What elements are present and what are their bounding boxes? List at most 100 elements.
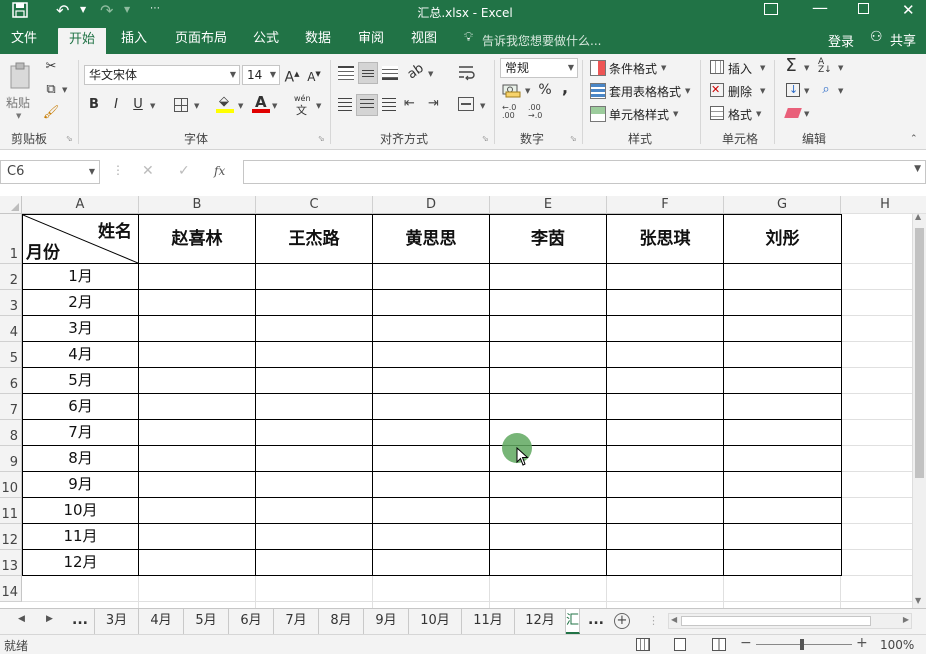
number-launcher-icon[interactable]: ⬂ [570,134,577,143]
borders-dropdown-icon[interactable]: ▼ [194,102,199,110]
name-header-cell[interactable]: 张思琪 [607,215,724,264]
row-header-7[interactable]: 7 [0,394,22,420]
number-format-select[interactable]: 常规 ▼ [500,58,578,78]
zoom-slider[interactable] [756,639,852,650]
data-cell[interactable] [607,550,724,576]
column-header-b[interactable]: B [139,196,256,214]
phonetic-guide-icon[interactable]: wén 文 [294,94,314,117]
month-cell[interactable]: 10月 [23,498,139,524]
bottom-align-icon[interactable] [382,66,398,80]
row-header-6[interactable]: 6 [0,368,22,394]
clipboard-launcher-icon[interactable]: ⬂ [66,134,73,143]
data-cell[interactable] [139,472,256,498]
save-icon[interactable] [12,2,30,20]
data-cell[interactable] [256,316,373,342]
add-sheet-icon[interactable]: + [614,613,630,629]
data-cell[interactable] [256,472,373,498]
orientation-dropdown-icon[interactable]: ▼ [428,70,433,78]
data-cell[interactable] [373,342,490,368]
data-cell[interactable] [607,472,724,498]
cell-styles-icon[interactable] [590,106,606,122]
font-color-icon[interactable]: A [252,93,270,114]
name-header-cell[interactable]: 刘彤 [724,215,842,264]
data-cell[interactable] [139,342,256,368]
data-cell[interactable] [256,290,373,316]
sheet-tab[interactable]: 10月 [409,609,462,634]
month-cell[interactable]: 3月 [23,316,139,342]
data-cell[interactable] [256,524,373,550]
data-cell[interactable] [607,420,724,446]
data-cell[interactable] [139,368,256,394]
autosum-icon[interactable]: Σ [782,57,800,75]
format-cells-icon[interactable] [710,106,724,120]
undo-dropdown-icon[interactable]: ▼ [80,5,86,14]
ribbon-display-icon[interactable] [764,3,778,15]
data-cell[interactable] [607,342,724,368]
row-header-3[interactable]: 3 [0,290,22,316]
orientation-icon[interactable]: ab [403,59,430,85]
phonetic-dropdown-icon[interactable]: ▼ [316,102,321,110]
next-sheet-icon[interactable]: ▶ [46,614,53,624]
data-cell[interactable] [724,550,842,576]
tab-insert[interactable]: 插入 [110,24,158,54]
tab-data[interactable]: 数据 [294,24,342,54]
tab-view[interactable]: 视图 [400,24,448,54]
align-center-icon[interactable] [356,94,378,116]
name-header-cell[interactable]: 李茵 [490,215,607,264]
insert-cells-button[interactable]: 插入 [728,60,752,77]
conditional-dropdown-icon[interactable]: ▼ [661,64,666,72]
middle-align-icon[interactable] [358,62,378,84]
data-cell[interactable] [373,264,490,290]
row-header-2[interactable]: 2 [0,264,22,290]
row-header-10[interactable]: 10 [0,472,22,498]
tab-review[interactable]: 审阅 [347,24,395,54]
row-header-4[interactable]: 4 [0,316,22,342]
data-cell[interactable] [139,420,256,446]
data-cell[interactable] [139,524,256,550]
find-dropdown-icon[interactable]: ▼ [838,87,843,95]
data-cell[interactable] [373,368,490,394]
fill-color-icon[interactable]: ⬙ [216,94,234,114]
delete-dropdown-icon[interactable]: ▼ [760,87,765,95]
sheet-tab[interactable]: 5月 [184,609,229,634]
worksheet-grid[interactable]: A B C D E F G H 1 2 3 4 5 6 7 8 9 10 11 12 13 14 姓名 月份 赵喜林 王杰路 黄思… [0,196,926,608]
redo-dropdown-icon[interactable]: ▼ [124,5,130,14]
font-name-select[interactable]: 华文宋体 ▼ [84,65,240,85]
sheet-tab[interactable]: 11月 [462,609,515,634]
data-cell[interactable] [490,290,607,316]
delete-cells-icon[interactable]: ✕ [710,83,724,97]
fill-dropdown-icon[interactable]: ▼ [804,87,809,95]
minimize-icon[interactable]: — [812,0,828,17]
data-cell[interactable] [724,472,842,498]
row-header-9[interactable]: 9 [0,446,22,472]
row-header-13[interactable]: 13 [0,550,22,576]
clear-dropdown-icon[interactable]: ▼ [804,110,809,118]
data-cell[interactable] [490,472,607,498]
align-right-icon[interactable] [382,98,396,112]
column-header-h[interactable]: H [841,196,926,214]
row-header-12[interactable]: 12 [0,524,22,550]
month-cell[interactable]: 12月 [23,550,139,576]
name-header-cell[interactable]: 黄思思 [373,215,490,264]
data-cell[interactable] [607,316,724,342]
month-cell[interactable]: 7月 [23,420,139,446]
data-cell[interactable] [139,498,256,524]
sheet-tab[interactable]: 6月 [229,609,274,634]
close-icon[interactable]: ✕ [902,1,915,19]
column-header-a[interactable]: A [22,196,139,214]
clear-icon[interactable] [784,108,802,118]
data-cell[interactable] [724,446,842,472]
customize-icon[interactable]: ⋯ [150,3,160,14]
tab-home[interactable]: 开始 [58,28,107,54]
row-header-1[interactable]: 1 [0,214,22,264]
data-cell[interactable] [724,498,842,524]
data-cell[interactable] [724,290,842,316]
page-break-view-icon[interactable] [712,638,726,651]
top-align-icon[interactable] [338,66,354,80]
data-cell[interactable] [724,368,842,394]
data-cell[interactable] [607,498,724,524]
data-cell[interactable] [373,446,490,472]
sheet-tab[interactable]: 4月 [139,609,184,634]
delete-cells-button[interactable]: 删除 [728,83,752,100]
row-header-14[interactable]: 14 [0,576,22,602]
